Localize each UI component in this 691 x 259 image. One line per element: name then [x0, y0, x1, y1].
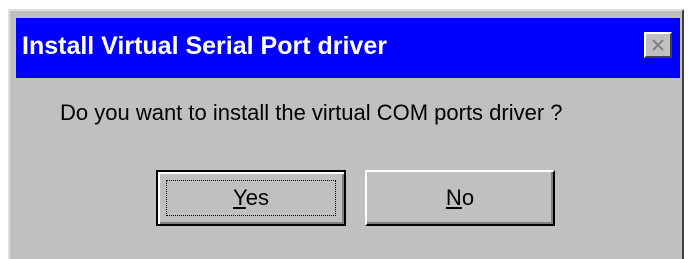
- title-bar[interactable]: Install Virtual Serial Port driver: [16, 18, 680, 78]
- yes-label-rest: es: [245, 185, 269, 210]
- no-mnemonic: N: [445, 185, 462, 210]
- no-button[interactable]: No: [365, 170, 555, 226]
- window-title: Install Virtual Serial Port driver: [22, 32, 387, 60]
- yes-button-label: Yes: [233, 185, 269, 211]
- close-button[interactable]: [644, 32, 672, 58]
- dialog-window: Install Virtual Serial Port driver Do yo…: [8, 9, 684, 259]
- close-icon: [652, 39, 664, 51]
- no-label-rest: o: [461, 185, 475, 210]
- yes-button[interactable]: Yes: [156, 170, 346, 226]
- yes-mnemonic: Y: [233, 185, 246, 210]
- no-button-label: No: [446, 185, 474, 211]
- dialog-message: Do you want to install the virtual COM p…: [60, 100, 563, 125]
